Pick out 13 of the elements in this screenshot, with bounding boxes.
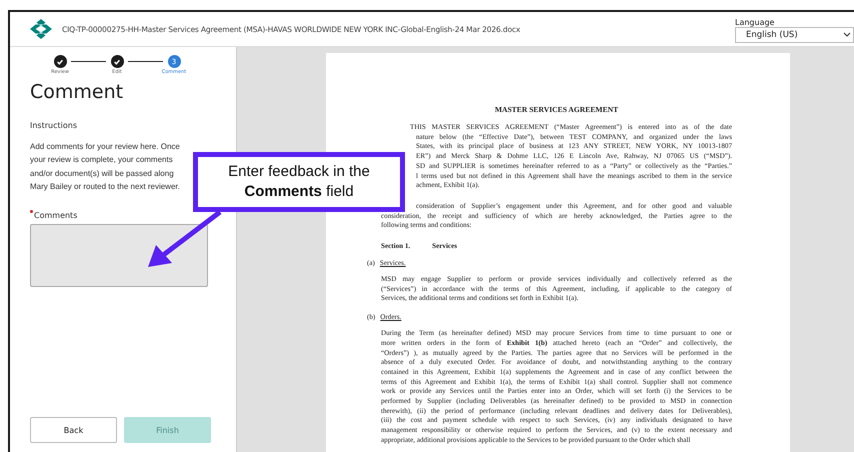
comments-label: Comments [30,210,226,220]
callout-text: Enter feedback in the Comments field [193,152,405,212]
step-check-icon[interactable] [110,55,124,68]
language-label: Language [735,18,776,26]
panel-heading: Comment [30,81,124,103]
language-select[interactable]: English (US) [735,26,854,42]
back-button[interactable]: Back [30,417,117,443]
chevron-icon [843,32,851,37]
logo-icon [30,19,52,39]
instructions-text: Add comments for your review here. Once your review is complete, your comments and/or document(s) will be passed along Mary Bailey or routed to the next reviewer. [30,141,181,193]
step-check-icon[interactable] [54,55,66,68]
instructions-label: Instructions [30,121,78,130]
comments-field[interactable] [30,224,208,288]
